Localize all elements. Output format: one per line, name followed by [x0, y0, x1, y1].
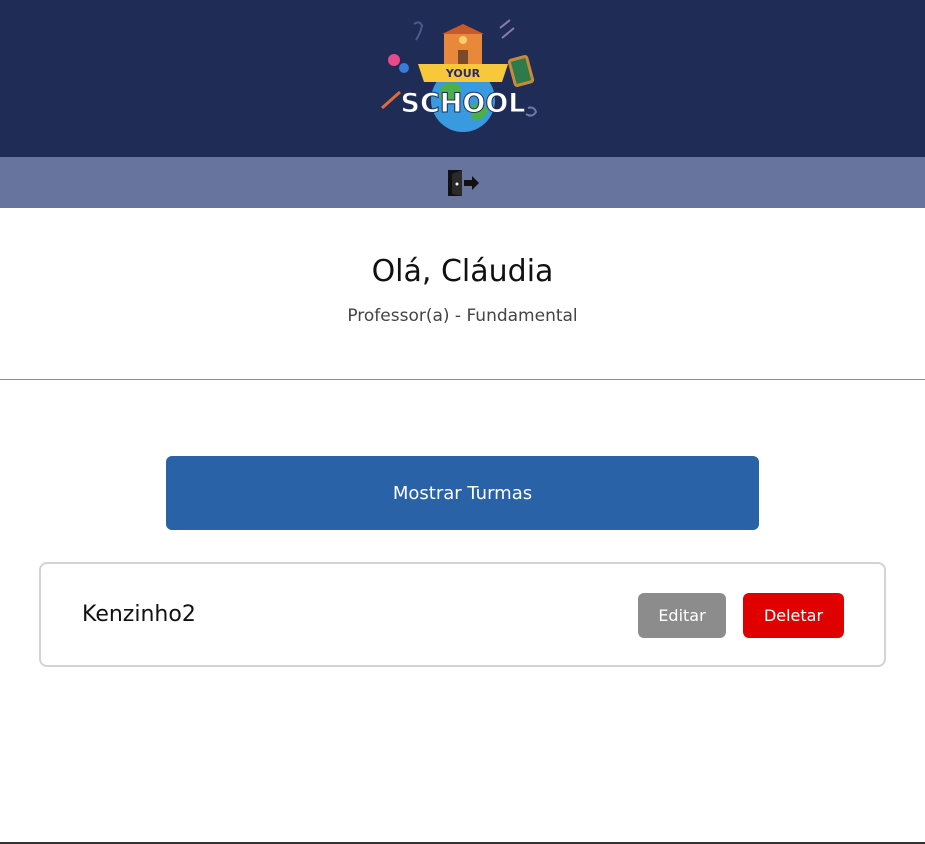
- logo-text-top: YOUR: [445, 67, 481, 80]
- show-classes-button[interactable]: Mostrar Turmas: [166, 456, 759, 530]
- edit-class-button[interactable]: Editar: [638, 593, 726, 638]
- app-header: YOUR SCHOOL: [0, 0, 925, 157]
- class-card: Kenzinho2 Editar Deletar: [39, 562, 886, 667]
- greeting-title: Olá, Cláudia: [371, 254, 554, 289]
- section-divider: [0, 379, 925, 380]
- logo-text-bottom: SCHOOL: [401, 88, 526, 119]
- delete-class-button[interactable]: Deletar: [743, 593, 844, 638]
- user-role: Professor(a) - Fundamental: [347, 306, 578, 326]
- door-exit-icon[interactable]: [445, 168, 481, 198]
- your-school-logo: YOUR SCHOOL: [381, 19, 538, 132]
- class-name: Kenzinho2: [82, 602, 196, 627]
